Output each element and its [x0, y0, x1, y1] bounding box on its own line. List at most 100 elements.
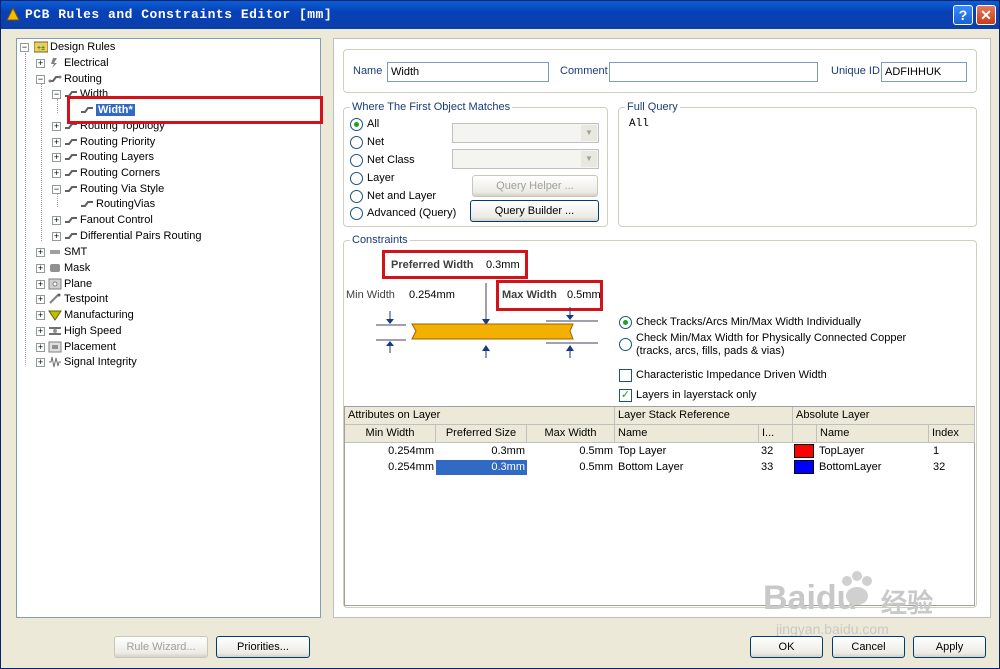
row1-layer-index[interactable]: 32 [759, 444, 793, 459]
grid-group-layer-stack: Layer Stack Reference [615, 407, 793, 425]
net-class-combo[interactable]: ▼ [452, 149, 599, 169]
placement-icon [48, 341, 62, 353]
title-bar: PCB Rules and Constraints Editor [mm] ? … [1, 1, 999, 29]
constraints-title: Constraints [350, 234, 410, 246]
testpoint-icon [49, 293, 61, 304]
watermark-cn: 经验 [881, 588, 934, 618]
radio-net-class-indicator[interactable] [350, 154, 363, 167]
radio-advanced-query-indicator[interactable] [350, 207, 363, 220]
close-button[interactable]: ✕ [976, 5, 996, 25]
radio-check-individually-indicator[interactable] [619, 316, 632, 329]
net-combo[interactable]: ▼ [452, 123, 599, 143]
radio-net-and-layer-indicator[interactable] [350, 190, 363, 203]
watermark-url: jingyan.baidu.com [776, 621, 889, 637]
col-color[interactable] [793, 425, 817, 443]
annotation-box-preferred-width [382, 250, 528, 279]
expand-icon[interactable]: + [52, 232, 61, 241]
radio-net-indicator[interactable] [350, 136, 363, 149]
rules-tree: − +± Design Rules + Electrical − Routing… [16, 38, 321, 618]
radio-check-connected-copper-indicator[interactable] [619, 338, 632, 351]
routing-icon [65, 139, 77, 145]
query-builder-button[interactable]: Query Builder ... [470, 200, 599, 222]
electrical-icon [51, 58, 57, 68]
rule-wizard-button[interactable]: Rule Wizard... [114, 636, 208, 658]
col-absolute-name[interactable]: Name [817, 425, 929, 443]
expand-icon[interactable]: + [52, 138, 61, 147]
svg-text:+±: +± [37, 45, 45, 52]
annotation-box-width-rule [67, 96, 323, 124]
ok-button[interactable]: OK [750, 636, 823, 658]
chevron-down-icon[interactable]: ▼ [581, 125, 597, 141]
track-width-diagram [376, 283, 598, 358]
col-min-width[interactable]: Min Width [345, 425, 436, 443]
paw-logo-icon [842, 571, 872, 605]
collapse-icon[interactable]: − [52, 185, 61, 194]
row2-absolute-index[interactable]: 32 [931, 460, 975, 475]
col-absolute-index[interactable]: Index [929, 425, 975, 443]
routing-icon [65, 170, 77, 176]
col-layer-name[interactable]: Name [615, 425, 759, 443]
row1-max-width[interactable]: 0.5mm [527, 444, 615, 459]
routing-icon [65, 233, 77, 239]
collapse-icon[interactable]: − [52, 90, 61, 99]
grid-group-attributes: Attributes on Layer [345, 407, 615, 425]
expand-icon[interactable]: + [36, 264, 45, 273]
match-group-title: Where The First Object Matches [350, 101, 513, 113]
row2-color-swatch[interactable] [794, 460, 814, 474]
manufacturing-icon [48, 310, 62, 321]
collapse-icon[interactable]: − [20, 43, 29, 52]
expand-icon[interactable]: + [36, 280, 45, 289]
expand-icon[interactable]: + [52, 216, 61, 225]
comment-input[interactable] [609, 62, 818, 82]
plane-icon [48, 278, 62, 290]
row1-absolute-index[interactable]: 1 [931, 444, 975, 459]
expand-icon[interactable]: + [36, 295, 45, 304]
expand-icon[interactable]: + [36, 343, 45, 352]
full-query-title: Full Query [625, 101, 680, 113]
expand-icon[interactable]: + [52, 153, 61, 162]
apply-button[interactable]: Apply [913, 636, 986, 658]
unique-id-input[interactable] [881, 62, 967, 82]
routing-icon [48, 75, 62, 83]
row1-absolute-name[interactable]: TopLayer [817, 444, 929, 459]
full-query-group: Full Query [618, 101, 977, 227]
expand-icon[interactable]: + [36, 248, 45, 257]
chevron-down-icon[interactable]: ▼ [581, 151, 597, 167]
row2-layer-name[interactable]: Bottom Layer [616, 460, 756, 475]
routing-icon [65, 217, 77, 223]
layer-attributes-grid: Attributes on Layer Layer Stack Referenc… [344, 406, 975, 606]
col-preferred-size[interactable]: Preferred Size [436, 425, 527, 443]
query-helper-button[interactable]: Query Helper ... [472, 175, 598, 197]
expand-icon[interactable]: + [52, 122, 61, 131]
expand-icon[interactable]: + [36, 327, 45, 336]
row1-min-width[interactable]: 0.254mm [345, 444, 436, 459]
row2-absolute-name[interactable]: BottomLayer [817, 460, 929, 475]
name-input[interactable] [387, 62, 549, 82]
radio-layer-indicator[interactable] [350, 172, 363, 185]
expand-icon[interactable]: + [36, 358, 45, 367]
cancel-button[interactable]: Cancel [832, 636, 905, 658]
radio-all-indicator[interactable] [350, 118, 363, 131]
row1-layer-name[interactable]: Top Layer [616, 444, 756, 459]
col-layer-index[interactable]: I... [759, 425, 793, 443]
unique-id-label: Unique ID [831, 65, 880, 77]
expand-icon[interactable]: + [52, 169, 61, 178]
routing-icon [81, 201, 93, 207]
grid-group-absolute-layer: Absolute Layer [793, 407, 975, 425]
row1-color-swatch[interactable] [794, 444, 814, 458]
priorities-button[interactable]: Priorities... [216, 636, 310, 658]
col-max-width[interactable]: Max Width [527, 425, 615, 443]
row2-min-width[interactable]: 0.254mm [345, 460, 436, 475]
row2-preferred-size[interactable]: 0.3mm [436, 460, 527, 475]
row2-max-width[interactable]: 0.5mm [527, 460, 615, 475]
collapse-icon[interactable]: − [36, 75, 45, 84]
row2-layer-index[interactable]: 33 [759, 460, 793, 475]
expand-icon[interactable]: + [36, 59, 45, 68]
row1-preferred-size[interactable]: 0.3mm [436, 444, 527, 459]
window-title: PCB Rules and Constraints Editor [mm] [25, 7, 333, 22]
rules-folder-icon: +± [34, 41, 48, 53]
layerstack-only-check[interactable]: ✓ [619, 389, 632, 402]
expand-icon[interactable]: + [36, 311, 45, 320]
help-button[interactable]: ? [953, 5, 973, 25]
impedance-driven-check[interactable] [619, 369, 632, 382]
